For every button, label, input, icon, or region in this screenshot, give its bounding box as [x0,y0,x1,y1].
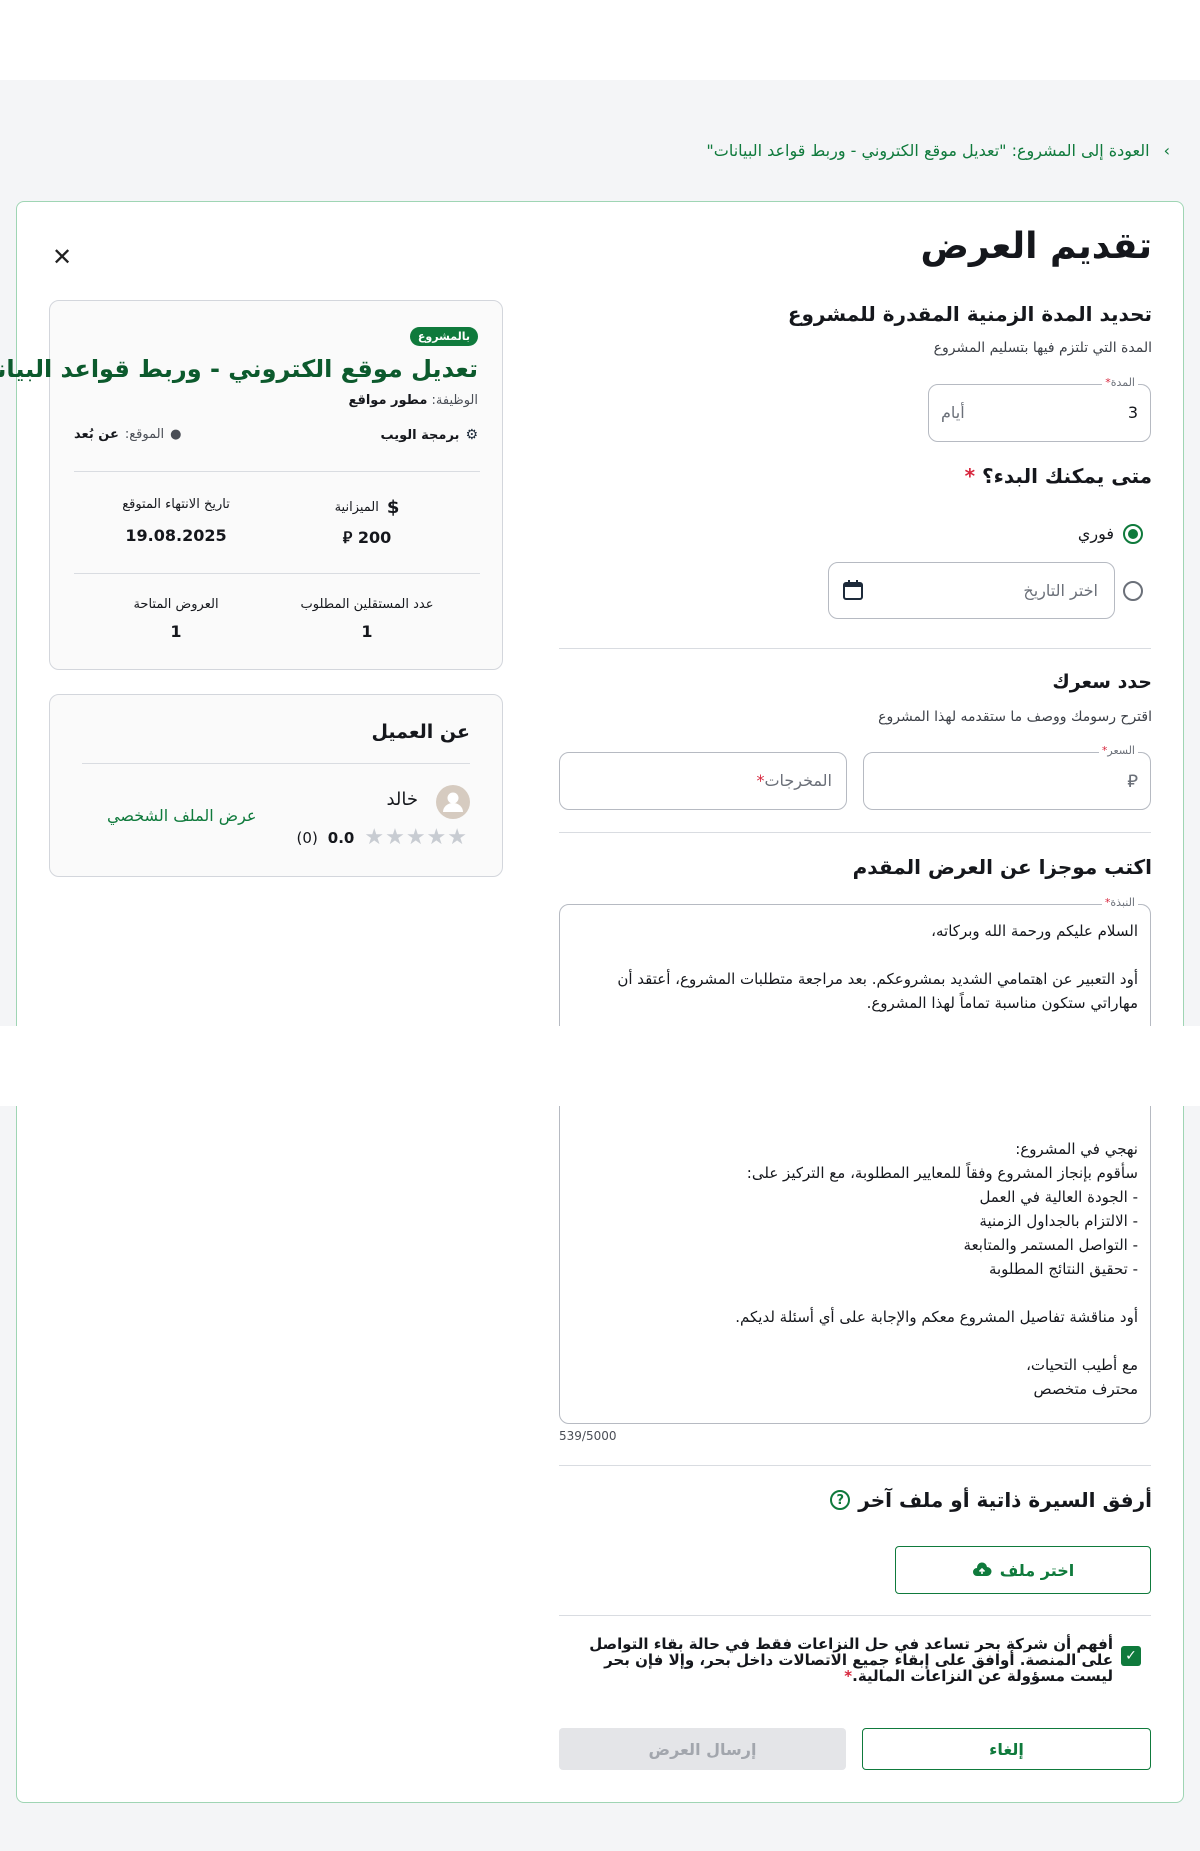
divider [74,471,480,472]
freelancers-label: عدد المستقلين المطلوب [300,597,434,612]
divider [82,763,470,764]
divider [74,573,480,574]
budget-block: $ الميزانية 200 ⃁ [297,497,437,548]
category-value: برمجة الويب [380,427,460,443]
budget-label: الميزانية [334,500,379,515]
divider [559,648,1151,649]
project-category: ⚙ برمجة الويب [381,427,479,443]
location-value: عن بُعد [74,427,119,442]
pitch-text-top: السلام عليكم ورحمة الله وبركاته، أود الت… [617,922,1138,1012]
client-rating-row: ★★★★★ 0.0 (0) [297,825,468,850]
riyal-icon: ⃁ [342,528,353,547]
rating-stars-icon: ★★★★★ [364,825,468,850]
date-picker-field[interactable]: اختر التاريخ [828,562,1115,619]
project-location: ● الموقع: عن بُعد [74,427,182,442]
duration-field[interactable]: المدة* 3 أيام [928,376,1151,442]
project-title: تعديل موقع الكتروني - وربط قواعد البيانا… [0,355,478,383]
choose-file-button[interactable]: اختر ملف [895,1546,1151,1594]
radio-pick-date[interactable] [1123,581,1143,601]
end-date-value: 19.08.2025 [125,526,227,545]
duration-unit: أيام [941,403,965,422]
divider [559,1615,1151,1616]
help-icon[interactable]: ? [830,1490,851,1510]
project-job: الوظيفة: مطور مواقع [348,393,478,408]
review-count: (0) [296,828,318,847]
price-heading: حدد سعرك [1052,671,1152,693]
choose-file-label: اختر ملف [999,1560,1075,1580]
location-label: الموقع: [124,427,165,442]
dollar-icon: $ [386,497,400,518]
start-heading-text: متى يمكنك البدء؟ [982,464,1152,488]
top-header-bar [0,0,1200,80]
attach-heading-row: أرفق السيرة ذاتية أو ملف آخر ? [830,1488,1152,1512]
cloud-upload-icon [972,1562,992,1576]
offers-block: العروض المتاحة 1 [106,597,246,641]
code-icon: ⚙ [465,427,478,443]
pitch-textarea[interactable]: النبذة* السلام عليكم ورحمة الله وبركاته،… [559,896,1151,1424]
page-title: تقديم العرض [920,226,1152,267]
price-label: السعر [1107,744,1135,757]
client-card: عن العميل خالد ★★★★★ 0.0 (0) عرض الملف ا… [49,694,503,877]
duration-label: المدة [1110,376,1135,389]
avatar [436,785,470,819]
end-date-block: تاريخ الانتهاء المتوقع 19.08.2025 [86,497,266,545]
budget-value: 200 [357,528,392,547]
duration-value: 3 [1127,403,1138,422]
price-subtitle: اقترح رسومك ووصف ما ستقدمه لهذا المشروع [878,709,1152,725]
location-pin-icon: ● [170,427,182,442]
divider [559,832,1151,833]
back-to-project-link[interactable]: › العودة إلى المشروع: "تعديل موقع الكترو… [706,141,1170,160]
freelancers-value: 1 [361,622,373,641]
pitch-label: النبذة [1110,896,1135,909]
pitch-heading: اكتب موجزا عن العرض المقدم [852,855,1152,879]
start-heading: متى يمكنك البدء؟ * [964,464,1152,488]
radio-immediate[interactable] [1123,524,1143,544]
submit-offer-button[interactable]: إرسال العرض [559,1728,846,1770]
end-date-label: تاريخ الانتهاء المتوقع [122,497,230,512]
offers-value: 1 [170,622,182,641]
pitch-text-bottom: نهجي في المشروع: سأقوم بإنجاز المشروع وف… [735,1140,1138,1398]
scroll-gap-band [0,1026,1200,1106]
divider [559,1465,1151,1466]
date-placeholder: اختر التاريخ [1023,581,1098,600]
duration-heading: تحديد المدة الزمنية المقدرة للمشروع [787,302,1152,326]
job-value: مطور مواقع [348,393,428,408]
deliverables-placeholder-text: المخرجات [764,771,832,790]
cancel-button[interactable]: إلغاء [862,1728,1151,1770]
character-counter: 539/5000 [559,1429,617,1443]
riyal-icon: ⃁ [1127,771,1138,792]
duration-subtitle: المدة التي تلتزم فيها بتسليم المشروع [933,340,1152,356]
project-badge: بالمشروع [409,327,478,346]
back-link-label: العودة إلى المشروع: "تعديل موقع الكتروني… [706,141,1150,160]
client-heading: عن العميل [371,721,470,743]
client-name: خالد [386,789,418,810]
agreement-text: أفهم أن شركة بحر تساعد في حل النزاعات فق… [589,1635,1113,1685]
job-label: الوظيفة: [431,393,478,408]
offers-label: العروض المتاحة [133,597,219,612]
user-icon [443,792,463,812]
calendar-icon [843,580,863,600]
view-profile-link[interactable]: عرض الملف الشخصي [107,806,256,825]
attach-heading: أرفق السيرة ذاتية أو ملف آخر [858,1488,1152,1512]
chevron-right-icon: › [1163,141,1170,160]
project-info-card: بالمشروع تعديل موقع الكتروني - وربط قواع… [0,300,503,670]
deliverables-field[interactable]: المخرجات* [559,752,847,810]
agreement-label: أفهم أن شركة بحر تساعد في حل النزاعات فق… [589,1635,1113,1685]
price-field[interactable]: السعر* ⃁ [863,744,1151,810]
immediate-label: فوري [1077,524,1114,543]
freelancers-block: عدد المستقلين المطلوب 1 [287,597,447,641]
close-icon[interactable]: ✕ [52,243,72,271]
agreement-checkbox[interactable]: ✓ [1121,1646,1141,1666]
deliverables-placeholder: المخرجات* [756,771,832,790]
rating-value: 0.0 [327,828,355,847]
